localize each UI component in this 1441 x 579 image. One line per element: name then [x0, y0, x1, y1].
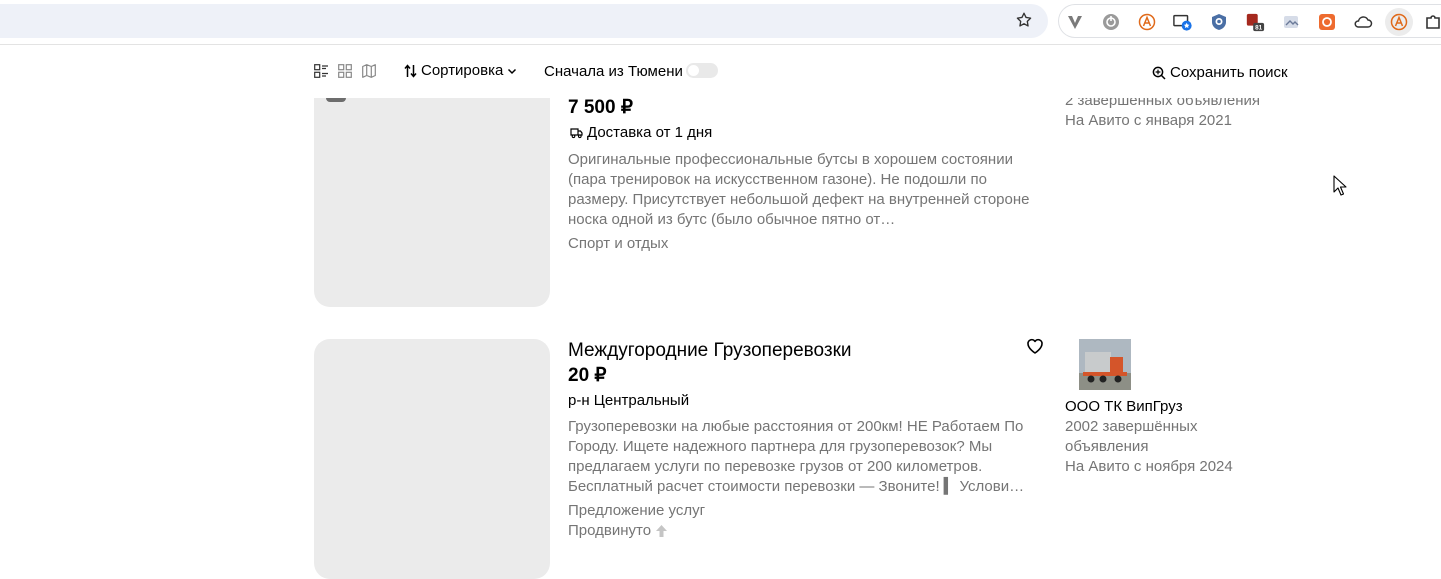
v-extension-icon[interactable]: [1065, 12, 1085, 32]
location-label: р-н Центральный: [568, 392, 690, 409]
power-extension-icon[interactable]: [1101, 12, 1121, 32]
promoted-text: Продвинуто: [568, 522, 652, 539]
local-first-toggle[interactable]: [686, 63, 718, 78]
orange-square-extension-icon[interactable]: [1317, 12, 1337, 32]
svg-text:81: 81: [1255, 25, 1263, 32]
delivery-truck-icon: [570, 127, 583, 138]
seller-name[interactable]: ООО ТК ВипГруз: [1065, 398, 1183, 415]
shield-extension-icon[interactable]: [1209, 12, 1229, 32]
listing-location: р-н Центральный: [568, 392, 689, 409]
promoted-label: Продвинуто: [568, 522, 668, 539]
a-active-extension-icon[interactable]: [1385, 8, 1413, 36]
listing-photo[interactable]: [314, 339, 550, 579]
favorite-heart-icon[interactable]: [1025, 336, 1045, 356]
sort-arrows-icon: [404, 63, 417, 78]
browser-top-bar: 81: [0, 0, 1441, 45]
delivery-label: Доставка от 1 дня: [587, 124, 713, 141]
listing-category: Спорт и отдых: [568, 235, 669, 252]
listing-title[interactable]: Междугородние Грузоперевозки: [568, 340, 852, 362]
seller-since: На Авито с ноября 2024: [1065, 458, 1233, 475]
listing-price: 7 500 ₽: [568, 97, 633, 118]
seller-completed-count: 2002 завершённых объявления: [1065, 418, 1198, 455]
a-extension-icon[interactable]: [1137, 12, 1157, 32]
badge-81-extension-icon[interactable]: 81: [1245, 12, 1265, 32]
delivery-info: Доставка от 1 дня: [570, 124, 712, 141]
grid-view-icon[interactable]: [338, 64, 352, 78]
sort-dropdown[interactable]: Сортировка: [404, 62, 517, 79]
extensions-area: 81: [1058, 4, 1441, 38]
list-view-icon[interactable]: [314, 64, 328, 78]
photo-extension-icon[interactable]: [1281, 12, 1301, 32]
seller-avatar[interactable]: [1079, 339, 1131, 390]
address-bar[interactable]: [0, 4, 1048, 38]
listings-toolbar: Сортировка Сначала из Тюмени Сохранить п…: [0, 46, 1441, 98]
sort-label: Сортировка: [421, 62, 504, 79]
arrow-up-icon: [656, 524, 668, 537]
listing-description: Оригинальные профессиональные бутсы в хо…: [568, 151, 1030, 228]
map-view-icon[interactable]: [362, 64, 376, 78]
bookmark-star-icon[interactable]: [1015, 11, 1033, 29]
screen-star-extension-icon[interactable]: [1173, 12, 1193, 32]
mouse-cursor-icon: [1333, 175, 1347, 196]
listing-price: 20 ₽: [568, 365, 607, 386]
seller-since: На Авито с января 2021: [1065, 112, 1232, 129]
puzzle-extensions-icon[interactable]: [1423, 12, 1441, 32]
local-first-label: Сначала из Тюмени: [544, 63, 683, 80]
save-search-label: Сохранить поиск: [1170, 64, 1288, 81]
save-search-button[interactable]: Сохранить поиск: [1152, 64, 1288, 81]
listing-description: Грузоперевозки на любые расстояния от 20…: [568, 418, 1025, 495]
listing-category: Предложение услуг: [568, 502, 706, 519]
save-search-icon: [1152, 66, 1166, 80]
cloud-extension-icon[interactable]: [1353, 12, 1373, 32]
listing-photo[interactable]: [314, 70, 550, 307]
chevron-down-icon: [508, 68, 517, 74]
